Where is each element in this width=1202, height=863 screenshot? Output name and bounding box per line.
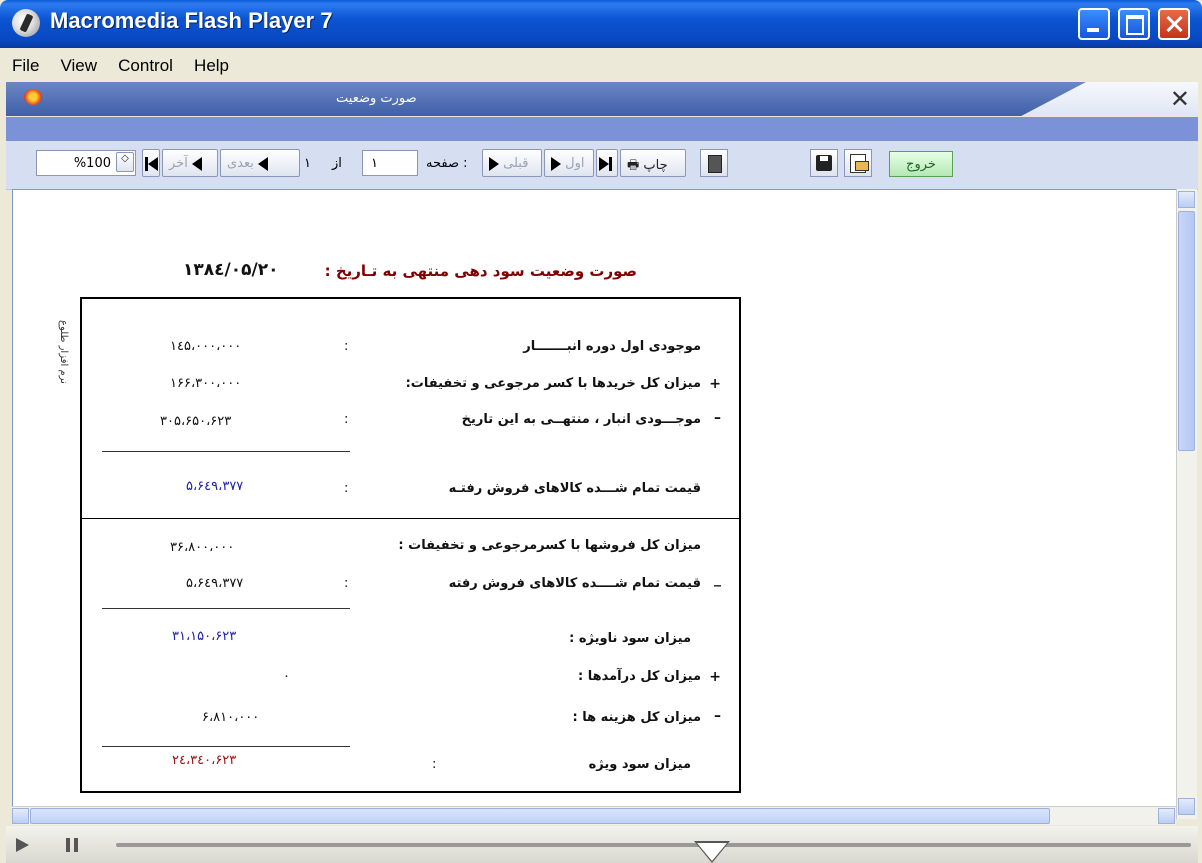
value-total-sales: ۳۶،۸۰۰،۰۰۰ <box>170 540 235 555</box>
label-net-profit: میزان سود ویژه <box>588 757 691 772</box>
value-total-expenses: ۶،۸۱۰،۰۰۰ <box>202 710 260 725</box>
title-bar: Macromedia Flash Player 7 <box>0 0 1202 48</box>
calculator-icon[interactable] <box>700 149 728 177</box>
side-label: نرم افزار طلوع <box>58 320 69 384</box>
sum-rule <box>102 746 350 747</box>
sign-minus: – <box>714 410 721 426</box>
next-label: بعدی <box>227 156 254 171</box>
next-button[interactable]: بعدی <box>220 149 300 177</box>
sign-plus: + <box>709 669 721 685</box>
sign-minus: – <box>714 708 721 724</box>
export-icon[interactable] <box>844 149 872 177</box>
value-total-purchases: ۱۶۶،۳۰۰،۰۰۰ <box>170 376 242 391</box>
label-total-sales: میزان کل فروشها با کسرمرجوعی و تخفیفات : <box>398 538 701 553</box>
value-gross-profit: ۳۱،۱۵۰،۶۲۳ <box>172 629 237 644</box>
page-input-value: ۱ <box>371 156 378 171</box>
print-button[interactable]: 🖶 چاپ <box>620 149 686 177</box>
scroll-right-icon[interactable] <box>1158 808 1175 824</box>
last-label: آخر <box>169 156 188 171</box>
scroll-up-icon[interactable] <box>1178 191 1195 208</box>
value-net-profit: ۲٤،۳٤۰،۶۲۳ <box>172 753 237 768</box>
print-label: چاپ <box>643 158 668 173</box>
timeline-track[interactable] <box>116 841 1191 863</box>
prev-label: قبلی <box>503 156 529 171</box>
vertical-scrollbar[interactable] <box>1176 189 1197 819</box>
value-cost-of-goods-sold: ۵،۶٤۹،۳۷۷ <box>186 479 244 494</box>
scroll-down-icon[interactable] <box>1178 798 1195 815</box>
first-page-button[interactable] <box>596 149 618 177</box>
colon: : <box>344 481 349 496</box>
app-icon <box>24 89 42 105</box>
colon: : <box>344 576 349 591</box>
label-closing-inventory: موجـــودی انبار ، منتهــی به این تاریخ <box>461 412 701 427</box>
menu-view[interactable]: View <box>55 48 108 76</box>
colon: : <box>432 757 437 772</box>
prev-button[interactable]: قبلی <box>482 149 542 177</box>
report-frame: ۱٤۵،۰۰۰،۰۰۰ : موجودی اول دوره انبـــــــ… <box>80 297 741 793</box>
maximize-button[interactable] <box>1118 8 1150 40</box>
scroll-left-icon[interactable] <box>12 808 29 824</box>
label-total-expenses: میزان کل هزینه ها : <box>572 710 701 725</box>
section-divider <box>82 518 739 519</box>
label-gross-profit: میزان سود ناویژه : <box>569 631 691 646</box>
zoom-value: %100 <box>73 156 111 171</box>
menu-control[interactable]: Control <box>112 48 183 76</box>
pause-icon[interactable] <box>66 838 78 852</box>
report-title: صورت وضعیت سود دهی منتهی به تـاریخ : <box>324 262 637 280</box>
value-total-income: ۰ <box>283 669 290 684</box>
label-cost-of-goods-sold-2: قیمت تمام شــــده کالاهای فروش رفته <box>448 576 701 591</box>
value-opening-inventory: ۱٤۵،۰۰۰،۰۰۰ <box>170 339 242 354</box>
label-cost-of-goods-sold: قیمت تمام شـــده کالاهای فروش رفتـه <box>448 481 701 496</box>
menu-help[interactable]: Help <box>188 48 239 76</box>
value-cost-of-goods-sold-2: ۵،۶٤۹،۳۷۷ <box>186 576 244 591</box>
sign-minus: _ <box>714 571 721 587</box>
sign-plus: + <box>709 376 721 392</box>
colon: : <box>344 339 349 354</box>
save-icon[interactable] <box>810 149 838 177</box>
colon: : <box>344 412 349 427</box>
window-title: Macromedia Flash Player 7 <box>50 8 333 33</box>
value-closing-inventory: ۳۰۵،۶۵۰،۶۲۳ <box>160 414 232 429</box>
report-viewer: ۱۳۸٤/۰۵/۲۰ صورت وضعیت سود دهی منتهی به ت… <box>12 189 1178 808</box>
last-page-button[interactable] <box>142 149 160 177</box>
page-label: صفحه : <box>426 156 468 171</box>
flash-logo-icon <box>12 9 40 37</box>
timeline-knob[interactable] <box>694 841 730 863</box>
panel-tab <box>6 82 1086 116</box>
of-label: از <box>332 156 342 171</box>
play-icon[interactable] <box>16 838 29 852</box>
total-pages: ۱ <box>304 156 311 171</box>
sum-rule <box>102 451 350 452</box>
panel-header: صورت وضعیت ✕ <box>6 82 1198 116</box>
first-button[interactable]: اول <box>544 149 594 177</box>
report-date: ۱۳۸٤/۰۵/۲۰ <box>183 260 279 280</box>
minimize-button[interactable] <box>1078 8 1110 40</box>
last-button[interactable]: آخر <box>162 149 218 177</box>
label-opening-inventory: موجودی اول دوره انبـــــــار <box>523 339 701 354</box>
horizontal-scroll-thumb[interactable] <box>30 808 1050 824</box>
panel-title: صورت وضعیت <box>336 91 417 106</box>
menu-bar: File View Control Help <box>6 48 1196 80</box>
report-toolbar: %100 ◇ آخر بعدی ۱ از ۱ صفحه : قبلی اول 🖶… <box>6 141 1198 190</box>
menu-file[interactable]: File <box>6 48 49 76</box>
horizontal-scrollbar[interactable] <box>12 806 1176 825</box>
player-controls <box>6 826 1198 863</box>
sum-rule <box>102 608 350 609</box>
close-button[interactable] <box>1158 8 1190 40</box>
panel-band <box>6 117 1198 141</box>
scroll-thumb[interactable] <box>1178 211 1195 451</box>
panel-close-icon[interactable]: ✕ <box>1170 85 1190 113</box>
label-total-purchases: میزان کل خریدها با کسر مرجوعی و تخفیفات: <box>405 376 701 391</box>
zoom-dropdown-icon[interactable]: ◇ <box>116 152 134 172</box>
first-label: اول <box>565 156 585 171</box>
label-total-income: میزان کل درآمدها : <box>578 669 701 684</box>
exit-button[interactable]: خروج <box>889 151 953 177</box>
page-input[interactable]: ۱ <box>362 150 418 176</box>
